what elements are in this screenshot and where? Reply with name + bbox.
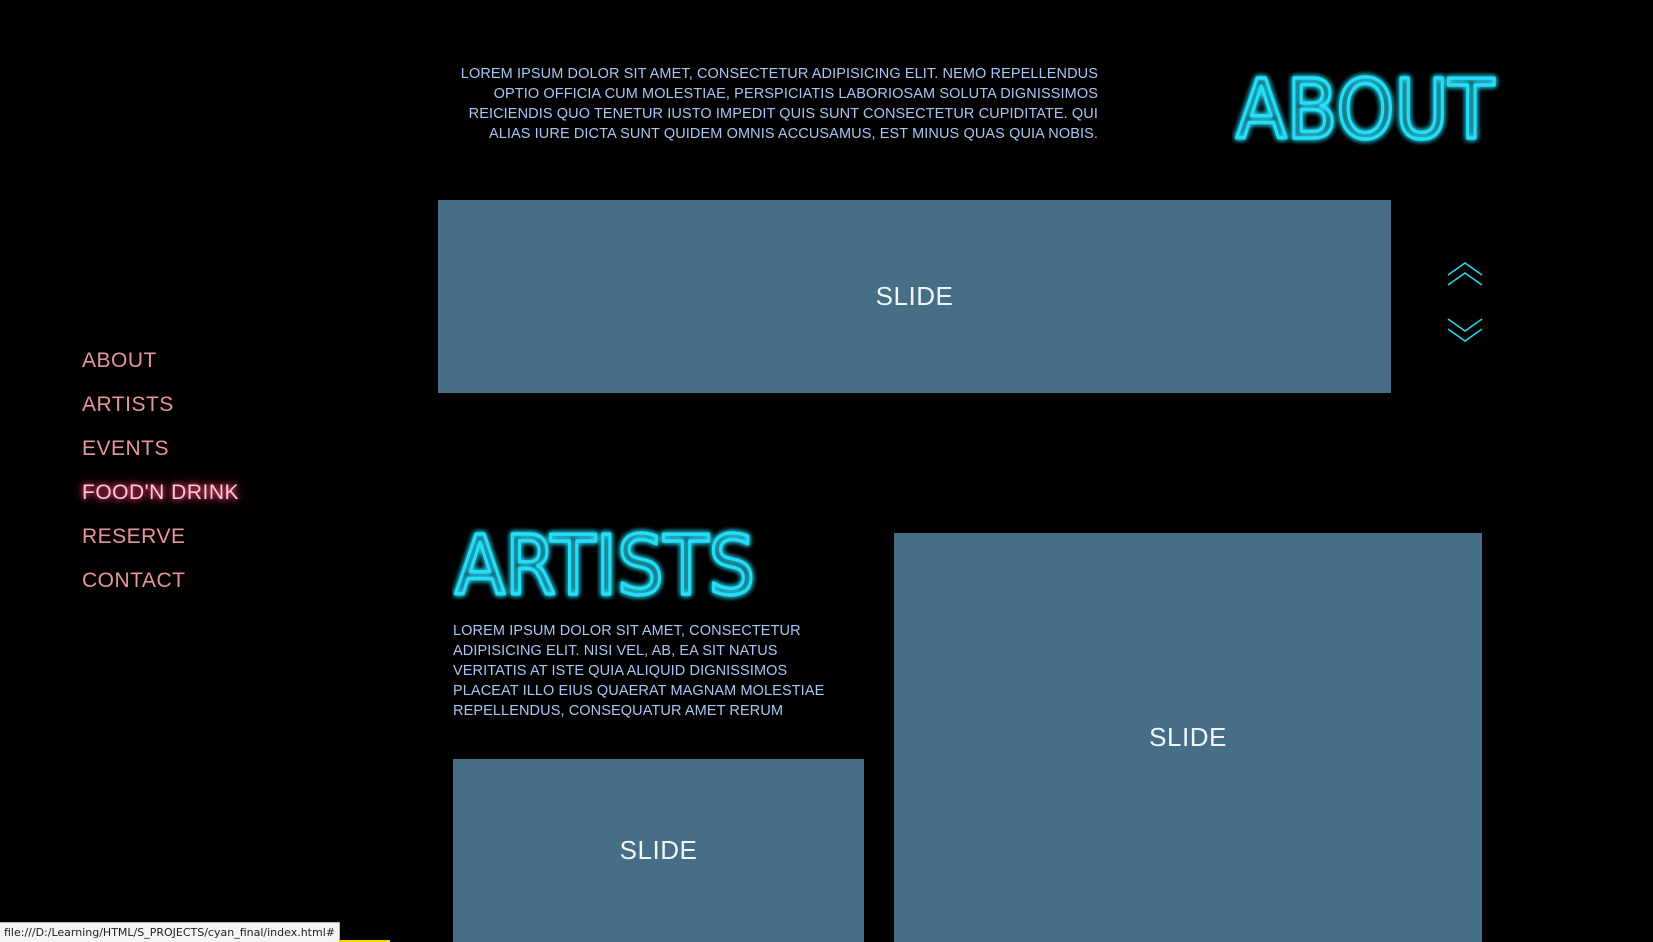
artists-slide-left-label: SLIDE <box>619 835 698 865</box>
artists-heading: ARTISTS <box>453 517 756 604</box>
artists-slide-left[interactable]: SLIDE <box>453 759 864 942</box>
nav-item-contact[interactable]: CONTACT <box>82 566 239 610</box>
nav-item-reserve[interactable]: RESERVE <box>82 522 239 566</box>
artists-slide-right[interactable]: SLIDE <box>894 533 1482 942</box>
chevron-double-up-icon <box>1447 262 1483 286</box>
nav-item-events[interactable]: EVENTS <box>82 434 239 478</box>
slide-prev-button[interactable] <box>1447 262 1483 290</box>
artists-description: LOREM IPSUM DOLOR SIT AMET, CONSECTETUR … <box>453 623 825 719</box>
nav-item-about[interactable]: ABOUT <box>82 346 239 390</box>
side-navigation: ABOUT ARTISTS EVENTS FOOD'N DRINK RESERV… <box>82 346 239 610</box>
nav-item-artists[interactable]: ARTISTS <box>82 390 239 434</box>
slide-next-button[interactable] <box>1447 314 1483 342</box>
about-description: LOREM IPSUM DOLOR SIT AMET, CONSECTETUR … <box>460 66 1098 142</box>
about-heading-text: ABOUT <box>1236 66 1495 148</box>
chevron-double-down-icon <box>1447 318 1483 342</box>
artists-slide-right-label: SLIDE <box>1149 722 1227 752</box>
about-heading: ABOUT <box>1234 66 1496 148</box>
artists-heading-text: ARTISTS <box>455 519 755 604</box>
browser-status-url: file:///D:/Learning/HTML/S_PROJECTS/cyan… <box>0 922 340 942</box>
about-slide-label: SLIDE <box>875 281 954 311</box>
about-slide[interactable]: SLIDE <box>438 200 1391 393</box>
page: ABOUT ARTISTS EVENTS FOOD'N DRINK RESERV… <box>0 0 1653 942</box>
nav-item-food-drink[interactable]: FOOD'N DRINK <box>82 478 239 522</box>
